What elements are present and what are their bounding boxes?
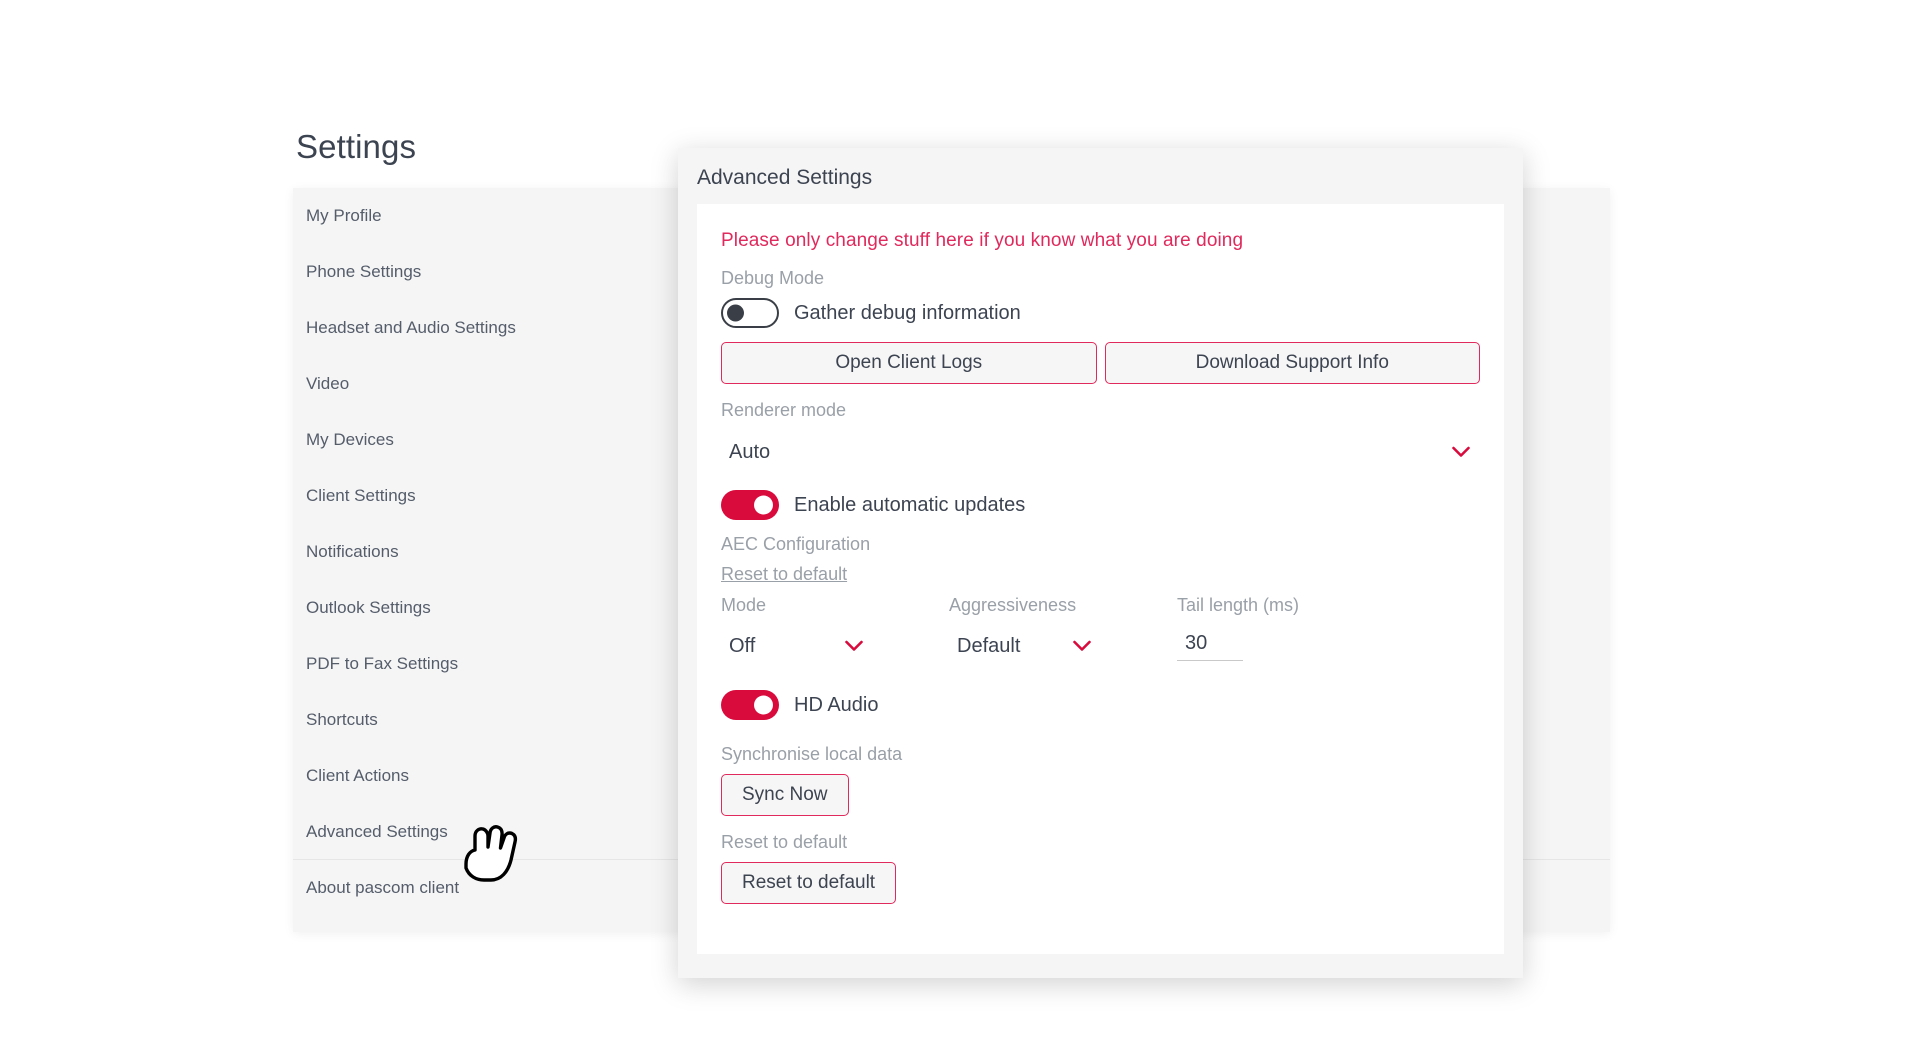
aec-reset-to-default-link[interactable]: Reset to default (721, 564, 847, 585)
aec-aggressiveness-select[interactable]: Default (949, 624, 1177, 668)
reset-to-default-button[interactable]: Reset to default (721, 862, 897, 904)
sidebar-item-label: My Devices (306, 430, 394, 449)
gather-debug-information-toggle[interactable] (721, 298, 779, 328)
aec-mode-value: Off (729, 634, 756, 657)
sync-button-row: Sync Now (721, 774, 1480, 816)
aec-aggressiveness-header: Aggressiveness (949, 595, 1077, 615)
chevron-down-icon (845, 640, 863, 652)
renderer-mode-value: Auto (729, 440, 771, 463)
aec-tail-length-cell (1177, 624, 1480, 668)
aec-mode-header: Mode (721, 595, 767, 615)
sidebar-item-label: About pascom client (306, 878, 460, 897)
aec-mode-select[interactable]: Off (721, 624, 949, 668)
sidebar-item-label: Video (306, 374, 350, 393)
renderer-mode-label: Renderer mode (721, 400, 847, 420)
hd-audio-toggle[interactable] (721, 690, 779, 720)
chevron-down-icon (1452, 446, 1470, 458)
toggle-knob (754, 695, 773, 715)
enable-automatic-updates-label: Enable automatic updates (794, 493, 1026, 516)
toggle-knob (754, 495, 773, 515)
aec-configuration-grid: Mode Aggressiveness Tail length (ms) Off… (721, 595, 1480, 668)
dialog-body: Please only change stuff here if you kno… (697, 204, 1504, 954)
aec-aggressiveness-value: Default (957, 634, 1021, 657)
reset-button-row: Reset to default (721, 862, 1480, 904)
debug-buttons-row: Open Client Logs Download Support Info (721, 342, 1480, 384)
warning-message: Please only change stuff here if you kno… (721, 230, 1244, 251)
reset-to-default-label: Reset to default (721, 832, 848, 852)
aec-configuration-label: AEC Configuration (721, 534, 871, 554)
synchronise-local-data-label: Synchronise local data (721, 744, 903, 764)
renderer-mode-select[interactable]: Auto (721, 430, 1478, 474)
toggle-knob (727, 304, 744, 322)
chevron-down-icon (1073, 640, 1091, 652)
sidebar-item-label: Notifications (306, 542, 399, 561)
hd-audio-row: HD Audio (721, 690, 1480, 720)
aec-tail-length-header: Tail length (ms) (1177, 595, 1300, 615)
enable-automatic-updates-toggle[interactable] (721, 490, 779, 520)
sidebar-item-label: PDF to Fax Settings (306, 654, 459, 673)
sidebar-item-label: Phone Settings (306, 262, 422, 281)
gather-debug-information-label: Gather debug information (794, 301, 1021, 324)
aec-tail-length-input[interactable] (1177, 631, 1243, 661)
advanced-settings-dialog: Advanced Settings Please only change stu… (678, 148, 1523, 978)
debug-mode-label: Debug Mode (721, 268, 825, 288)
hd-audio-label: HD Audio (794, 693, 879, 716)
enable-automatic-updates-row: Enable automatic updates (721, 490, 1480, 520)
sidebar-item-label: Outlook Settings (306, 598, 431, 617)
sidebar-item-label: Shortcuts (306, 710, 378, 729)
page-title: Settings (296, 128, 417, 165)
download-support-info-button[interactable]: Download Support Info (1104, 342, 1480, 384)
sidebar-item-label: Client Actions (306, 766, 409, 785)
gather-debug-information-row: Gather debug information (721, 298, 1480, 328)
sync-now-button[interactable]: Sync Now (721, 774, 849, 816)
dialog-title: Advanced Settings (697, 166, 873, 189)
open-client-logs-button[interactable]: Open Client Logs (721, 342, 1097, 384)
sidebar-item-label: My Profile (306, 206, 382, 225)
sidebar-item-label: Advanced Settings (306, 822, 448, 841)
app-root: Settings My Profile Phone Settings Heads… (0, 0, 1920, 1040)
sidebar-item-label: Client Settings (306, 486, 416, 505)
sidebar-item-label: Headset and Audio Settings (306, 318, 516, 337)
